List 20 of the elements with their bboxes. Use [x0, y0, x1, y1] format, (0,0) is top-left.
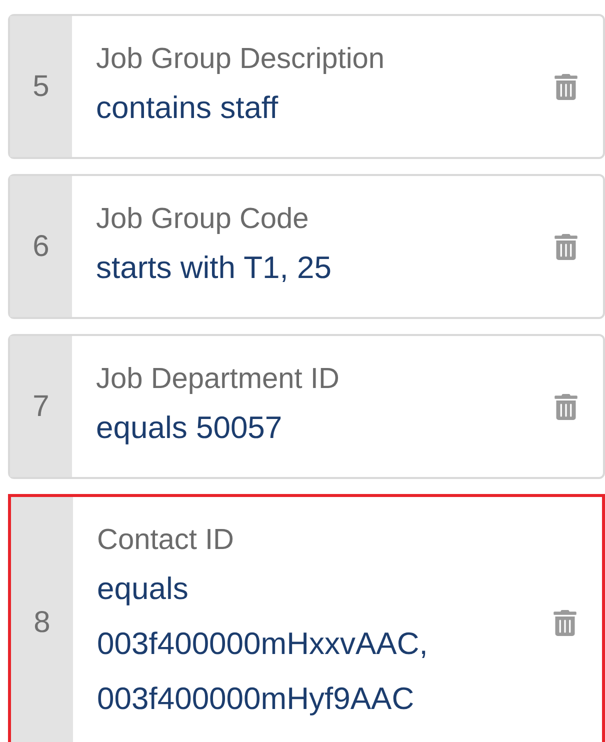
- filter-field: Job Department ID: [96, 358, 516, 400]
- filter-number: 8: [34, 605, 50, 641]
- trash-icon: [553, 234, 579, 260]
- filter-card[interactable]: 5 Job Group Description contains staff: [8, 14, 605, 159]
- trash-icon: [553, 74, 579, 100]
- filter-card[interactable]: 7 Job Department ID equals 50057: [8, 334, 605, 479]
- filter-number: 6: [32, 229, 50, 265]
- filter-condition: equals 003f400000mHxxvAAC, 003f400000mHyf9AAC: [97, 570, 429, 718]
- filter-number: 7: [32, 389, 50, 425]
- filter-card[interactable]: 6 Job Group Code starts with T1, 25: [8, 174, 605, 319]
- filter-condition: contains staff: [96, 89, 280, 127]
- filter-condition: starts with T1, 25: [96, 249, 332, 287]
- trash-icon: [553, 394, 579, 420]
- filter-condition: equals 50057: [96, 409, 284, 447]
- filter-field: Job Group Code: [96, 198, 516, 240]
- filter-card[interactable]: 8 Contact ID equals 003f400000mHxxvAAC, 003f400000mHyf9AAC: [8, 494, 605, 742]
- filter-field: Contact ID: [97, 519, 517, 561]
- filter-number: 5: [32, 69, 50, 105]
- filter-field: Job Group Description: [96, 38, 516, 80]
- trash-icon: [552, 610, 578, 636]
